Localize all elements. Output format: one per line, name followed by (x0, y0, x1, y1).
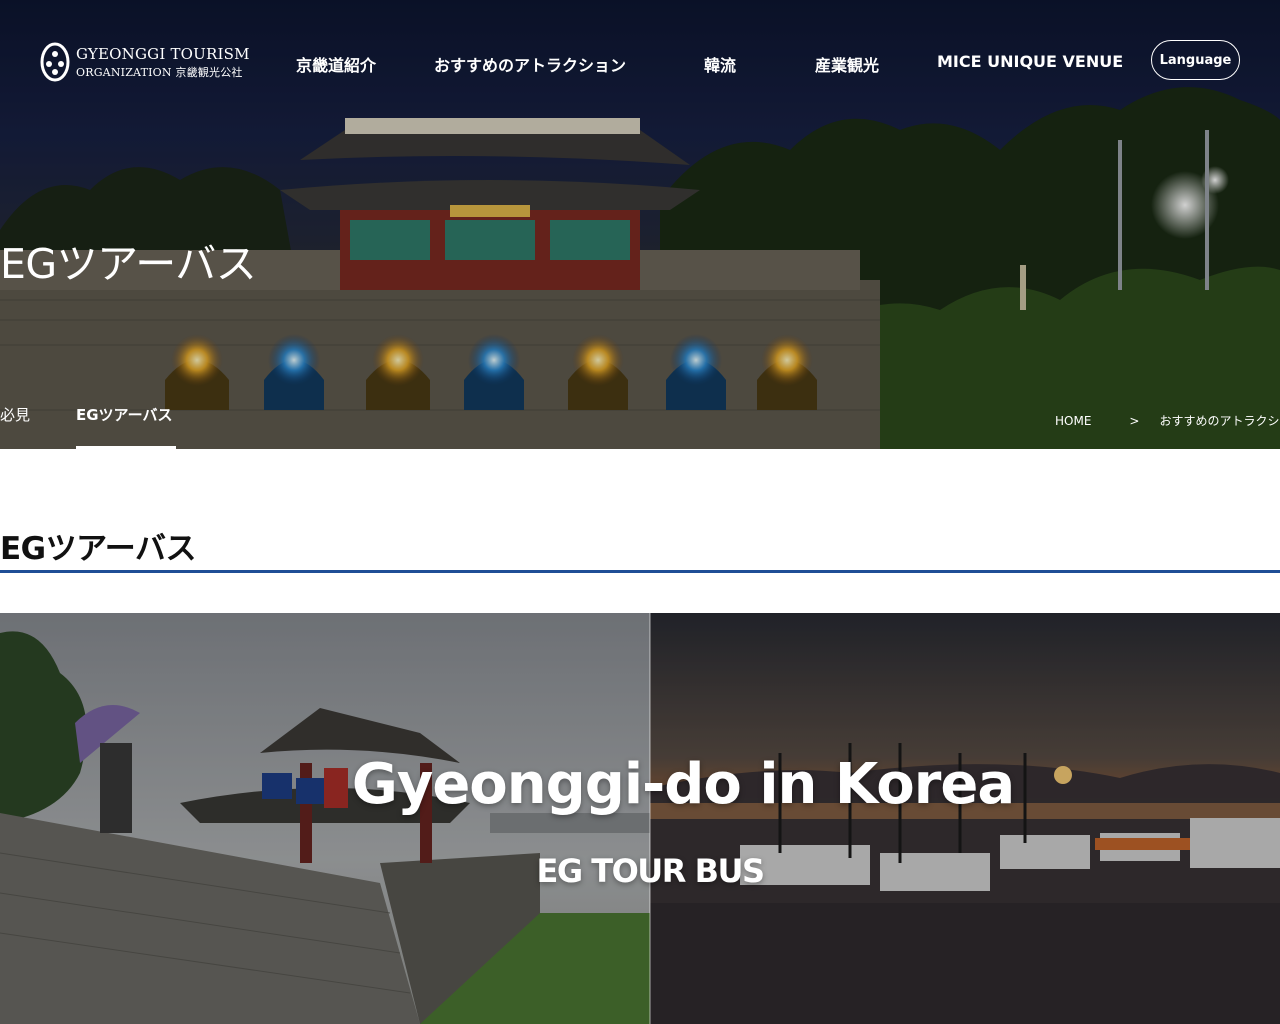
breadcrumb-current[interactable]: おすすめのアトラクション (1159, 412, 1280, 429)
language-button[interactable]: Language (1151, 40, 1240, 80)
main-navigation: 京畿道紹介 おすすめのアトラクション 韓流 産業観光 MICE UNIQUE V… (0, 52, 1280, 76)
nav-item-attractions[interactable]: おすすめのアトラクション (434, 52, 626, 76)
breadcrumb: HOME > おすすめのアトラクション (1055, 412, 1280, 429)
section-divider (0, 570, 1280, 573)
hero-banner: GYEONGGI TOURISM ORGANIZATION 京畿観光公社 京畿道… (0, 0, 1280, 449)
breadcrumb-home[interactable]: HOME (1055, 414, 1091, 428)
banner-headline: Gyeonggi-do in Korea (351, 752, 1015, 817)
active-subtab-indicator (76, 446, 176, 449)
banner-photo-collage (0, 613, 1280, 1024)
subtab-must-see[interactable]: 必見 (0, 404, 30, 425)
banner-subtitle: EG TOUR BUS (536, 852, 765, 890)
eg-tour-bus-banner (0, 613, 1280, 1024)
section-title: EGツアーバス (0, 531, 196, 567)
nav-item-gyeonggi-intro[interactable]: 京畿道紹介 (296, 52, 376, 76)
subtab-eg-tour-bus[interactable]: EGツアーバス (76, 404, 173, 425)
breadcrumb-separator: > (1129, 413, 1140, 428)
hero-title: EGツアーバス (0, 240, 257, 288)
nav-item-hallyu[interactable]: 韓流 (704, 52, 736, 76)
nav-item-industrial-tourism[interactable]: 産業観光 (815, 52, 879, 76)
nav-item-mice-venue[interactable]: MICE UNIQUE VENUE (937, 52, 1123, 71)
